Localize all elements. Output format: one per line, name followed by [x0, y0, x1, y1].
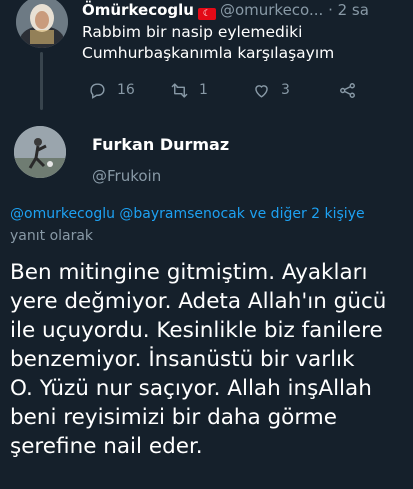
parent-tweet[interactable]: Ömürkecoglu ☾ @omurkeco... · 2 sa Rabbim b…: [0, 0, 413, 112]
parent-tweet-header: Ömürkecoglu ☾ @omurkeco... · 2 sa: [82, 0, 405, 20]
tweet-body-line: beni reyisimizi bir daha görme: [10, 405, 337, 430]
author-handle[interactable]: @omurkeco...: [220, 1, 323, 19]
reply-context: @omurkecoglu @bayramsenocak ve diğer 2 k…: [10, 205, 410, 223]
header-separator: ·: [328, 1, 333, 19]
author-name[interactable]: Ömürkecoglu: [82, 1, 194, 19]
turkish-flag-icon: ☾: [197, 8, 216, 20]
reply-icon: [90, 82, 105, 99]
reply-label: yanıt olarak: [10, 228, 94, 244]
reply-others-link[interactable]: ve diğer 2 kişiye: [249, 206, 364, 222]
tweet-timestamp[interactable]: 2 sa: [338, 1, 369, 19]
tweet-body-line: benzemiyor. İnsanüstü bir varlık: [10, 347, 355, 372]
reply-mentions-link[interactable]: @omurkecoglu @bayramsenocak: [10, 206, 245, 222]
retweet-count: 1: [199, 82, 208, 98]
reply-count: 16: [117, 82, 135, 98]
author-name[interactable]: Furkan Durmaz: [92, 135, 229, 155]
share-icon: [340, 82, 355, 98]
reply-button[interactable]: 16: [88, 80, 135, 100]
tweet-body-line: şerefine nail eder.: [10, 434, 203, 459]
thread-connector-line: [40, 52, 43, 110]
avatar[interactable]: [16, 0, 68, 48]
share-button[interactable]: [338, 80, 357, 100]
tweet-text-line: Rabbim bir nasip eylemediki: [82, 23, 303, 41]
parent-tweet-text: Rabbim bir nasip eylemediki Cumhurbaşkan…: [82, 22, 392, 64]
tweet-body-line: ile uçuyordu. Kesinlikle biz fanilere: [10, 318, 383, 343]
avatar[interactable]: [14, 126, 66, 178]
tweet-text-line: Cumhurbaşkanımla karşılaşayım: [82, 44, 335, 62]
like-button[interactable]: 3: [252, 80, 290, 100]
like-count: 3: [281, 82, 290, 98]
like-icon: [255, 84, 268, 98]
tweet-screen: Ömürkecoglu ☾ @omurkeco... · 2 sa Rabbim b…: [0, 0, 413, 489]
retweet-button[interactable]: 1: [170, 80, 208, 100]
tweet-body-line: yere değmiyor. Adeta Allah'ın gücü: [10, 289, 387, 314]
retweet-icon: [171, 82, 188, 98]
tweet-body-line: Ben mitingine gitmiştim. Ayakları: [10, 260, 368, 285]
author-handle[interactable]: @Frukoin: [92, 166, 161, 186]
tweet-body-line: O. Yüzü nur saçıyor. Allah inşAllah: [10, 376, 372, 401]
tweet-actions: 16 1 3: [82, 80, 382, 100]
tweet-body: Ben mitingine gitmiştim. Ayakları yere d…: [10, 258, 410, 461]
